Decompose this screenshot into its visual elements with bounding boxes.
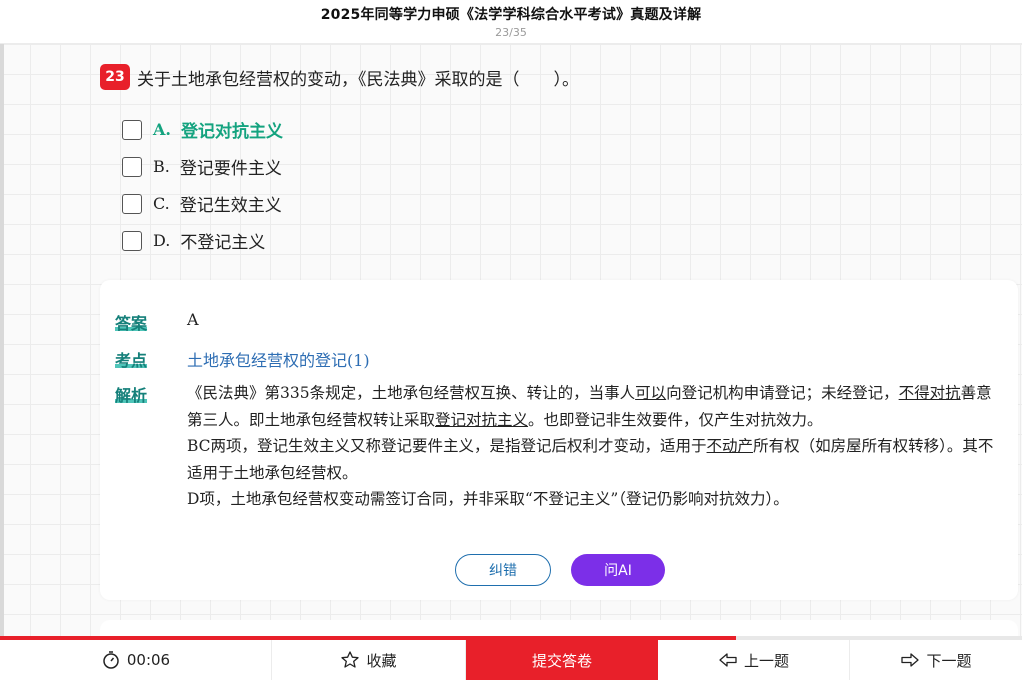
explain-text: 《民法典》第335条规定，土地承包经营权互换、转让的，当事人 <box>187 384 636 402</box>
answer-label: 答案 <box>115 314 148 333</box>
option-text: 不登记主义 <box>180 233 266 253</box>
question-head: 23 关于土地承包经营权的变动，《民法典》采取的是（ ）。 <box>100 64 980 90</box>
page-title: 2025年同等学力申硕《法学学科综合水平考试》真题及详解 <box>320 7 702 23</box>
question-number-badge: 23 <box>100 64 130 90</box>
timer: 00:06 <box>0 640 272 680</box>
question-block: 23 关于土地承包经营权的变动，《民法典》采取的是（ ）。 A. 登记对抗主义 … <box>100 64 980 259</box>
next-label: 下一题 <box>926 651 972 670</box>
point-link[interactable]: 土地承包经营权的登记(1) <box>187 347 370 371</box>
option-letter: C. <box>153 194 170 213</box>
answer-value: A <box>187 310 199 329</box>
explain-text: 向登记机构申请登记；未经登记， <box>666 384 899 402</box>
stopwatch-icon <box>101 650 121 670</box>
answer-card: 答案 A 考点 土地承包经营权的登记(1) 解析 《民法典》第335条规定，土地… <box>100 280 1018 600</box>
header: 2025年同等学力申硕《法学学科综合水平考试》真题及详解 23/35 <box>0 0 1022 44</box>
explain-row: 解析 《民法典》第335条规定，土地承包经营权互换、转让的，当事人可以向登记机构… <box>115 380 1007 513</box>
underlined-text: 可以 <box>635 384 667 402</box>
explain-text: 。也即登记非生效要件，仅产生对抗效力。 <box>528 410 823 429</box>
arrow-right-icon <box>900 652 920 668</box>
answer-actions: 纠错 问AI <box>455 554 665 586</box>
point-label: 考点 <box>115 351 148 370</box>
next-card <box>100 620 1018 636</box>
option-text: 登记要件主义 <box>179 159 282 179</box>
timer-text: 00:06 <box>126 651 171 669</box>
option-c[interactable]: C. 登记生效主义 <box>122 185 980 222</box>
favorite-button[interactable]: 收藏 <box>272 640 466 680</box>
question-counter: 23/35 <box>495 26 527 39</box>
exam-page: 2025年同等学力申硕《法学学科综合水平考试》真题及详解 23/35 23 关于… <box>0 0 1022 680</box>
option-text: 登记对抗主义 <box>180 122 283 142</box>
option-b[interactable]: B. 登记要件主义 <box>122 148 980 185</box>
option-letter: B. <box>153 157 170 176</box>
option-a[interactable]: A. 登记对抗主义 <box>122 111 980 148</box>
explain-text: BC两项，登记生效主义又称登记要件主义，是指登记后权利才变动，适用于 <box>187 437 707 455</box>
prev-button[interactable]: 上一题 <box>658 640 850 680</box>
point-row: 考点 土地承包经营权的登记(1) <box>115 347 370 371</box>
favorite-label: 收藏 <box>366 651 397 670</box>
underlined-text: 登记对抗主义 <box>435 410 529 429</box>
option-text: 登记生效主义 <box>179 196 282 216</box>
ask-ai-button[interactable]: 问AI <box>571 554 665 586</box>
star-icon <box>340 650 360 670</box>
option-c-checkbox[interactable] <box>122 193 142 214</box>
next-button[interactable]: 下一题 <box>850 640 1022 680</box>
explanation-paragraph: D项，土地承包经营权变动需签订合同，并非采取“不登记主义”（登记仍影响对抗效力）… <box>187 490 789 508</box>
explanation-paragraph: 《民法典》第335条规定，土地承包经营权互换、转让的，当事人可以向登记机构申请登… <box>187 380 1007 433</box>
submit-button[interactable]: 提交答卷 <box>466 640 658 680</box>
option-letter: A. <box>153 120 171 139</box>
answer-row: 答案 A <box>115 310 199 334</box>
content-area[interactable]: 23 关于土地承包经营权的变动，《民法典》采取的是（ ）。 A. 登记对抗主义 … <box>0 44 1022 636</box>
arrow-left-icon <box>718 652 738 668</box>
options-list: A. 登记对抗主义 B. 登记要件主义 C. 登记生效主义 D. 不登记主义 <box>122 111 980 259</box>
left-divider <box>0 44 4 636</box>
explanation-text: 《民法典》第335条规定，土地承包经营权互换、转让的，当事人可以向登记机构申请登… <box>187 380 1007 513</box>
option-letter: D. <box>153 231 171 250</box>
underlined-text: 不得对抗 <box>898 384 961 402</box>
underlined-text: 不动产 <box>706 437 754 455</box>
question-text: 关于土地承包经营权的变动，《民法典》采取的是（ ）。 <box>137 69 579 90</box>
bottom-toolbar: 00:06 收藏 提交答卷 上一题 下一题 <box>0 640 1022 680</box>
explain-label: 解析 <box>115 386 148 405</box>
option-a-checkbox[interactable] <box>122 119 142 140</box>
option-d-checkbox[interactable] <box>122 230 142 251</box>
option-b-checkbox[interactable] <box>122 156 142 177</box>
option-d[interactable]: D. 不登记主义 <box>122 222 980 259</box>
explanation-paragraph: BC两项，登记生效主义又称登记要件主义，是指登记后权利才变动，适用于不动产所有权… <box>187 433 1007 486</box>
report-error-button[interactable]: 纠错 <box>455 554 551 586</box>
prev-label: 上一题 <box>743 651 789 670</box>
